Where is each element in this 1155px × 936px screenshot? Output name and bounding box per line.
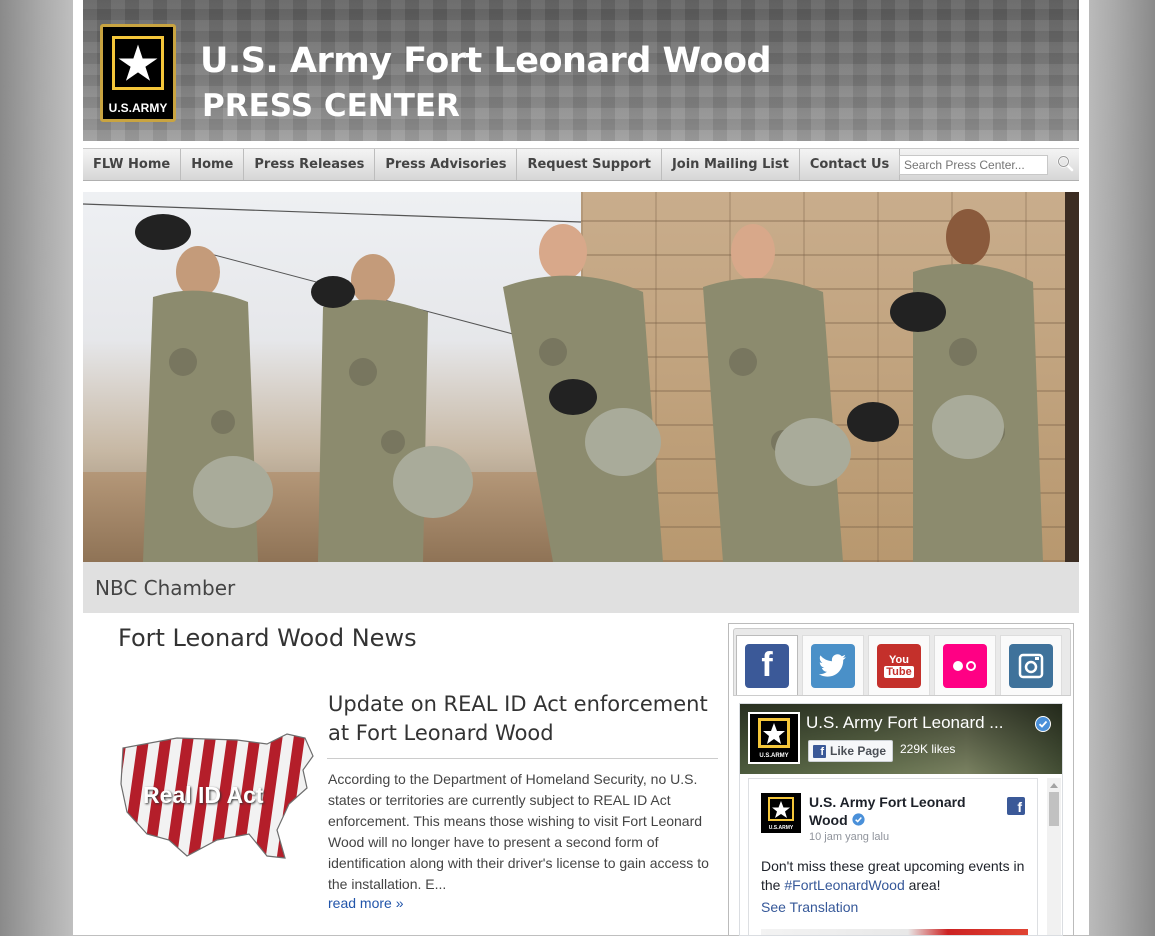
search-input[interactable] (899, 155, 1048, 175)
logo-text: U.S.ARMY (108, 101, 168, 115)
article-title[interactable]: Update on REAL ID Act enforcement at For… (328, 690, 720, 748)
see-translation-link[interactable]: See Translation (761, 899, 858, 915)
article-thumbnail-text: Real ID Act (143, 782, 264, 808)
flickr-icon (943, 643, 987, 688)
tab-instagram[interactable] (1000, 635, 1062, 695)
hero-soldiers-illustration (83, 203, 1043, 562)
fb-like-page-button[interactable]: f Like Page (808, 740, 894, 762)
nav-item-flw-home[interactable]: FLW Home (83, 149, 182, 180)
article-excerpt: According to the Department of Homeland … (328, 771, 709, 892)
site-title: U.S. Army Fort Leonard Wood (200, 41, 772, 81)
svg-text:U.S.ARMY: U.S.ARMY (769, 825, 794, 831)
nav-item-contact-us[interactable]: Contact Us (800, 149, 901, 180)
tab-youtube[interactable]: You Tube (868, 635, 930, 695)
site-subtitle: PRESS CENTER (202, 88, 460, 124)
read-more-link[interactable]: read more » (328, 895, 403, 911)
fb-timeline-feed[interactable]: U.S.ARMY U.S. Army Fort Leonard Wood 10 … (748, 778, 1038, 935)
social-widget: f You Tube U.S.ARMY U.S. Army Fort Leona… (728, 623, 1074, 936)
article-thumbnail[interactable]: Real ID Act (117, 730, 317, 864)
svg-text:U.S.ARMY: U.S.ARMY (759, 753, 788, 759)
nav-item-join-mailing-list[interactable]: Join Mailing List (662, 149, 800, 180)
facebook-icon: f (745, 643, 789, 688)
twitter-icon (811, 643, 855, 688)
post-page-name[interactable]: U.S. Army Fort Leonard Wood (809, 793, 989, 829)
facebook-icon[interactable]: f (1007, 797, 1025, 815)
verified-icon (851, 813, 865, 826)
fb-page-avatar[interactable]: U.S.ARMY (748, 712, 800, 764)
search-icon[interactable] (1056, 154, 1074, 174)
article-divider (327, 758, 718, 759)
tab-twitter[interactable] (802, 635, 864, 695)
fb-page-name[interactable]: U.S. Army Fort Leonard ... (806, 713, 1021, 733)
tab-flickr[interactable] (934, 635, 996, 695)
fb-likes-count: 229K likes (900, 742, 956, 756)
post-avatar[interactable]: U.S.ARMY (761, 793, 801, 833)
fb-scrollbar[interactable] (1047, 778, 1061, 935)
site-header: U.S.ARMY U.S. Army Fort Leonard Wood PRE… (83, 0, 1079, 141)
youtube-icon: You Tube (877, 643, 921, 688)
fb-small-icon: f (813, 744, 826, 758)
nav-item-press-releases[interactable]: Press Releases (244, 149, 376, 180)
post-text: Don't miss these great upcoming events i… (761, 857, 1031, 895)
social-tabs: f You Tube (733, 628, 1071, 696)
hero-caption: NBC Chamber (83, 562, 1079, 613)
fb-like-label: Like Page (830, 744, 887, 758)
news-heading: Fort Leonard Wood News (118, 624, 417, 652)
star-icon (109, 33, 167, 93)
verified-icon (1035, 716, 1051, 737)
post-page-name-text: U.S. Army Fort Leonard Wood (809, 794, 966, 828)
nav-item-press-advisories[interactable]: Press Advisories (375, 149, 518, 180)
main-nav: FLW Home Home Press Releases Press Advis… (83, 148, 1079, 181)
scroll-up-icon[interactable] (1047, 781, 1061, 791)
post-hashtag[interactable]: #FortLeonardWood (784, 877, 904, 893)
page-container: U.S.ARMY U.S. Army Fort Leonard Wood PRE… (73, 0, 1089, 936)
post-text-after: area! (904, 877, 941, 893)
nav-item-request-support[interactable]: Request Support (517, 149, 662, 180)
scrollbar-thumb[interactable] (1049, 792, 1059, 826)
facebook-page-plugin: U.S.ARMY U.S. Army Fort Leonard ... f Li… (739, 703, 1063, 936)
hero-image (83, 192, 1079, 562)
post-timestamp[interactable]: 10 jam yang lalu (809, 831, 889, 843)
instagram-icon (1009, 643, 1053, 688)
nav-item-home[interactable]: Home (181, 149, 245, 180)
us-army-logo[interactable]: U.S.ARMY (100, 24, 176, 122)
tab-facebook[interactable]: f (736, 635, 798, 695)
